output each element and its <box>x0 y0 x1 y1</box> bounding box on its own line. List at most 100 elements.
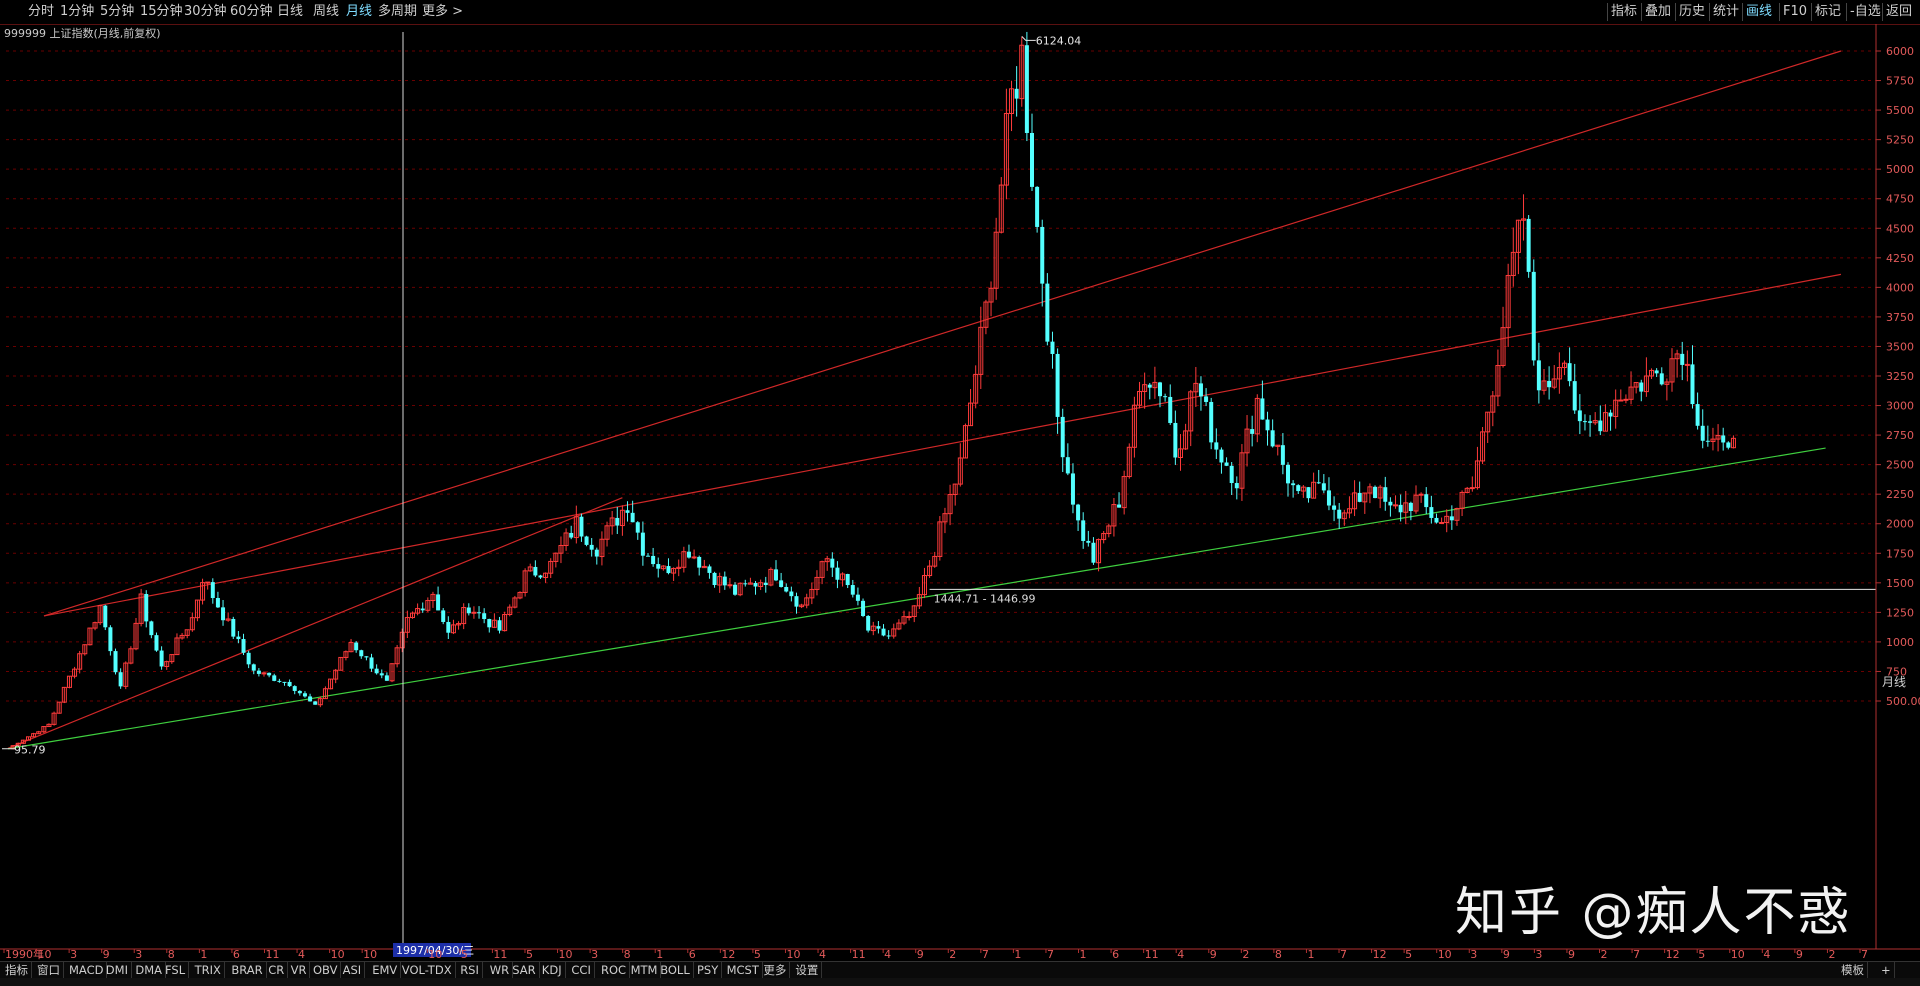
indicator-tab-21[interactable]: BOLL <box>657 962 694 979</box>
period-tab-6[interactable]: 日线 <box>277 0 303 24</box>
candle-body <box>471 611 477 614</box>
x-tick-label: 10 <box>428 948 442 961</box>
period-tab-10[interactable]: 更多 > <box>422 0 463 24</box>
period-tab-7[interactable]: 周线 <box>313 0 339 24</box>
candle-body <box>1582 421 1587 423</box>
candle-body <box>1690 364 1695 405</box>
indicator-tab-18[interactable]: CCI <box>568 962 595 979</box>
indicator-tab-12[interactable]: EMV <box>369 962 402 979</box>
indicator-tab-3[interactable]: DMI <box>103 962 132 979</box>
indicator-tab-19[interactable]: ROC <box>598 962 631 979</box>
x-tick-label: 4 <box>1177 948 1184 961</box>
tool-button-2[interactable]: 历史 <box>1679 0 1705 24</box>
y-tick-label: 1500 <box>1886 577 1914 590</box>
toolbar-separator <box>1882 3 1883 21</box>
x-tick-label: 9 <box>1568 948 1575 961</box>
period-tab-3[interactable]: 15分钟 <box>140 0 183 24</box>
candle-body <box>855 594 860 601</box>
candle-body <box>722 576 727 586</box>
status-bar <box>0 978 1920 986</box>
candle-body <box>1035 186 1040 227</box>
tool-button-1[interactable]: 叠加 <box>1645 0 1671 24</box>
indicator-tab-0[interactable]: 指标 <box>2 962 32 979</box>
period-tab-0[interactable]: 分时 <box>28 0 54 24</box>
candle-body <box>1434 517 1439 523</box>
x-tick-label: 5 <box>1405 948 1412 961</box>
indicator-tab-5[interactable]: FSL <box>162 962 190 979</box>
indicator-tab-9[interactable]: VR <box>288 962 311 979</box>
candle-body <box>1260 398 1265 420</box>
x-tick-label: 2 <box>949 948 956 961</box>
candle-body <box>691 556 697 559</box>
y-tick-label: 2250 <box>1886 488 1914 501</box>
candle-body <box>1168 396 1173 423</box>
indicator-tab-25[interactable]: 设置 <box>792 962 823 979</box>
indicator-tab-23[interactable]: MCST <box>724 962 763 979</box>
candle-body <box>441 610 446 622</box>
candle-body <box>1219 449 1224 463</box>
x-tick-label: 1 <box>200 948 207 961</box>
bottom-right-button-1[interactable]: + <box>1878 962 1895 979</box>
candle-body <box>272 675 277 681</box>
x-tick-label: 11 <box>852 948 866 961</box>
indicator-tab-16[interactable]: SAR <box>509 962 540 979</box>
indicator-tab-11[interactable]: ASI <box>340 962 366 979</box>
tool-button-3[interactable]: 统计 <box>1713 0 1739 24</box>
y-tick-label: 5500 <box>1886 104 1914 117</box>
period-tab-1[interactable]: 1分钟 <box>60 0 94 24</box>
candle-body <box>1726 442 1731 448</box>
candle-body <box>374 668 379 674</box>
x-tick-label: 6 <box>233 948 240 961</box>
indicator-tab-1[interactable]: 窗口 <box>34 962 64 979</box>
period-tab-5[interactable]: 60分钟 <box>230 0 273 24</box>
candle-body <box>1654 370 1659 374</box>
candle-body <box>1639 382 1644 392</box>
indicator-tab-24[interactable]: 更多 <box>760 962 791 979</box>
indicator-tab-10[interactable]: OBV <box>310 962 342 979</box>
y-tick-label: 5000 <box>1886 163 1914 176</box>
candle-body <box>646 555 650 557</box>
candle-body <box>359 650 364 657</box>
x-tick-label: 10 <box>559 948 573 961</box>
candle-body <box>1224 462 1229 466</box>
candlestick-chart: 1444.71 - 1446.996124.0495.79 500.007501… <box>0 24 1920 961</box>
high-label: 6124.04 <box>1036 34 1082 47</box>
x-tick-label: 6 <box>689 948 696 961</box>
trend-lines <box>7 50 1842 750</box>
period-tab-2[interactable]: 5分钟 <box>100 0 134 24</box>
tool-button-8[interactable]: 返回 <box>1886 0 1912 24</box>
indicator-tab-22[interactable]: PSY <box>694 962 723 979</box>
tool-button-5[interactable]: F10 <box>1783 0 1807 24</box>
candle-body <box>1204 396 1209 402</box>
period-tab-8[interactable]: 月线 <box>346 0 372 24</box>
x-tick-label: 8 <box>624 948 631 961</box>
period-tab-4[interactable]: 30分钟 <box>184 0 227 24</box>
x-tick-label: 9 <box>917 948 924 961</box>
tool-button-6[interactable]: 标记 <box>1815 0 1841 24</box>
indicator-tab-8[interactable]: CR <box>265 962 289 979</box>
candle-body <box>159 650 164 667</box>
indicator-tab-2[interactable]: MACD <box>66 962 108 979</box>
bottom-right-button-0[interactable]: 模板 <box>1838 962 1868 979</box>
indicator-tab-6[interactable]: TRIX <box>192 962 225 979</box>
tool-button-4[interactable]: 画线 <box>1746 0 1772 24</box>
x-tick-label: 2 <box>1601 948 1608 961</box>
tool-button-7[interactable]: -自选 <box>1850 0 1881 24</box>
tool-button-0[interactable]: 指标 <box>1611 0 1637 24</box>
period-tab-9[interactable]: 多周期 <box>378 0 417 24</box>
indicator-tab-4[interactable]: DMA <box>132 962 167 979</box>
y-tick-label: 2500 <box>1886 459 1914 472</box>
candle-body <box>1117 504 1122 508</box>
indicator-tab-14[interactable]: RSI <box>457 962 483 979</box>
x-tick-label: 1 <box>1014 948 1021 961</box>
candle-body <box>589 544 594 550</box>
candle-body <box>1158 382 1162 397</box>
candle-body <box>743 583 748 585</box>
x-tick-label: 6 <box>1112 948 1119 961</box>
indicator-tab-7[interactable]: BRAR <box>228 962 267 979</box>
indicator-tab-17[interactable]: KDJ <box>539 962 566 979</box>
candle-body <box>1326 490 1331 506</box>
candle-body <box>436 594 441 611</box>
indicator-tab-13[interactable]: VOL-TDX <box>399 962 456 979</box>
x-tick-label: 3 <box>1470 948 1477 961</box>
